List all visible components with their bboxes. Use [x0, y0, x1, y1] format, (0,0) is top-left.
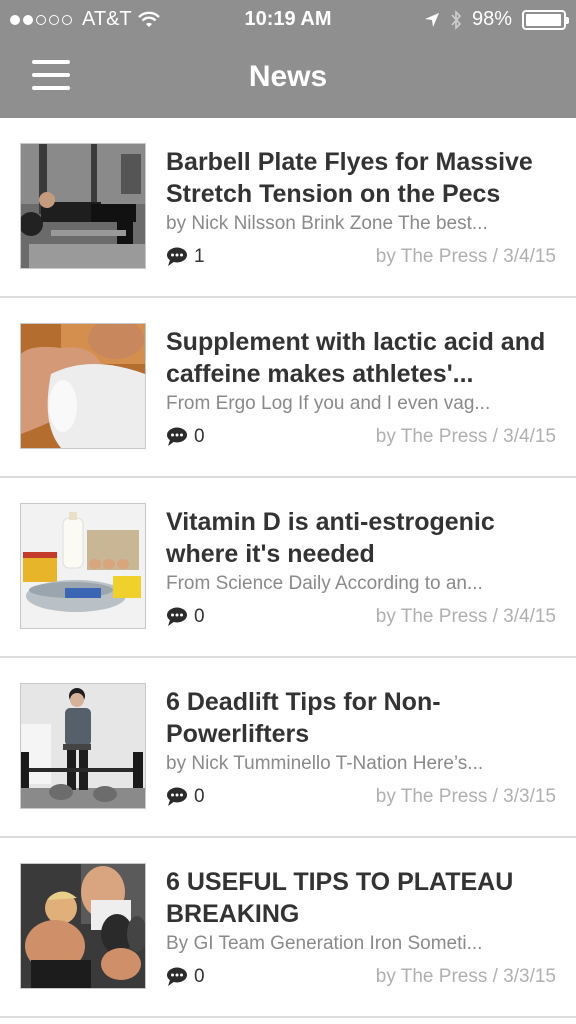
- article-excerpt: By GI Team Generation Iron Someti...: [166, 933, 483, 954]
- battery-icon: [522, 9, 569, 30]
- comment-bubble-icon: [167, 967, 187, 986]
- article-meta: 0 by The Press / 3/4/15: [166, 426, 556, 452]
- comment-count: 0: [166, 966, 205, 988]
- article-title[interactable]: Supplement with lactic acid and caffeine…: [166, 326, 562, 390]
- article-byline: by The Press / 3/3/15: [375, 786, 556, 807]
- article-excerpt: From Ergo Log If you and I even vag...: [166, 393, 491, 414]
- article-byline: by The Press / 3/4/15: [375, 606, 556, 627]
- comment-count-value: 0: [194, 426, 205, 447]
- comment-count-value: 1: [194, 246, 205, 267]
- article-thumbnail: [20, 863, 146, 989]
- status-bar: AT&T 10:19 AM 98%: [0, 0, 576, 40]
- status-right: 98%: [424, 8, 569, 31]
- milk-eggs-fish-photo: [21, 504, 145, 628]
- news-item[interactable]: Supplement with lactic acid and caffeine…: [0, 298, 576, 478]
- article-meta: 1 by The Press / 3/4/15: [166, 246, 556, 272]
- bicep-flex-photo: [21, 324, 145, 448]
- app-header: AT&T 10:19 AM 98% News: [0, 0, 576, 118]
- article-title[interactable]: Barbell Plate Flyes for Massive Stretch …: [166, 146, 562, 210]
- article-thumbnail: [20, 143, 146, 269]
- article-thumbnail: [20, 503, 146, 629]
- news-item[interactable]: Vitamin D is anti-estrogenic where it's …: [0, 478, 576, 658]
- article-excerpt: From Science Daily According to an...: [166, 573, 483, 594]
- news-list: Barbell Plate Flyes for Massive Stretch …: [0, 118, 576, 1018]
- navigation-bar: News: [0, 40, 576, 118]
- battery-percent: 98%: [471, 8, 512, 30]
- news-item[interactable]: 6 Deadlift Tips for Non-Powerlifters by …: [0, 658, 576, 838]
- page-title: News: [248, 60, 328, 93]
- comment-bubble-icon: [167, 427, 187, 446]
- comment-count: 0: [166, 426, 205, 448]
- dumbbell-curl-photo: [21, 864, 145, 988]
- article-title[interactable]: Vitamin D is anti-estrogenic where it's …: [166, 506, 562, 570]
- article-byline: by The Press / 3/4/15: [375, 246, 556, 267]
- bluetooth-icon: [451, 9, 462, 30]
- location-arrow-icon: [424, 12, 439, 27]
- article-title[interactable]: 6 Deadlift Tips for Non-Powerlifters: [166, 686, 562, 750]
- comment-bubble-icon: [167, 247, 187, 266]
- comment-bubble-icon: [167, 607, 187, 626]
- news-item[interactable]: Barbell Plate Flyes for Massive Stretch …: [0, 118, 576, 298]
- article-byline: by The Press / 3/3/15: [375, 966, 556, 987]
- article-excerpt: by Nick Nilsson Brink Zone The best...: [166, 213, 488, 234]
- comment-count: 1: [166, 246, 205, 268]
- comment-count: 0: [166, 606, 205, 628]
- article-meta: 0 by The Press / 3/3/15: [166, 966, 556, 992]
- deadlift-photo: [21, 684, 145, 808]
- comment-bubble-icon: [167, 787, 187, 806]
- article-byline: by The Press / 3/4/15: [375, 426, 556, 447]
- comment-count-value: 0: [194, 786, 205, 807]
- comment-count-value: 0: [194, 606, 205, 627]
- article-excerpt: by Nick Tumminello T-Nation Here’s...: [166, 753, 484, 774]
- article-meta: 0 by The Press / 3/4/15: [166, 606, 556, 632]
- comment-count: 0: [166, 786, 205, 808]
- article-meta: 0 by The Press / 3/3/15: [166, 786, 556, 812]
- comment-count-value: 0: [194, 966, 205, 987]
- article-title[interactable]: 6 USEFUL TIPS TO PLATEAU BREAKING: [166, 866, 562, 930]
- gym-bench-photo: [21, 144, 145, 268]
- article-thumbnail: [20, 323, 146, 449]
- article-thumbnail: [20, 683, 146, 809]
- news-item[interactable]: 6 USEFUL TIPS TO PLATEAU BREAKING By GI …: [0, 838, 576, 1018]
